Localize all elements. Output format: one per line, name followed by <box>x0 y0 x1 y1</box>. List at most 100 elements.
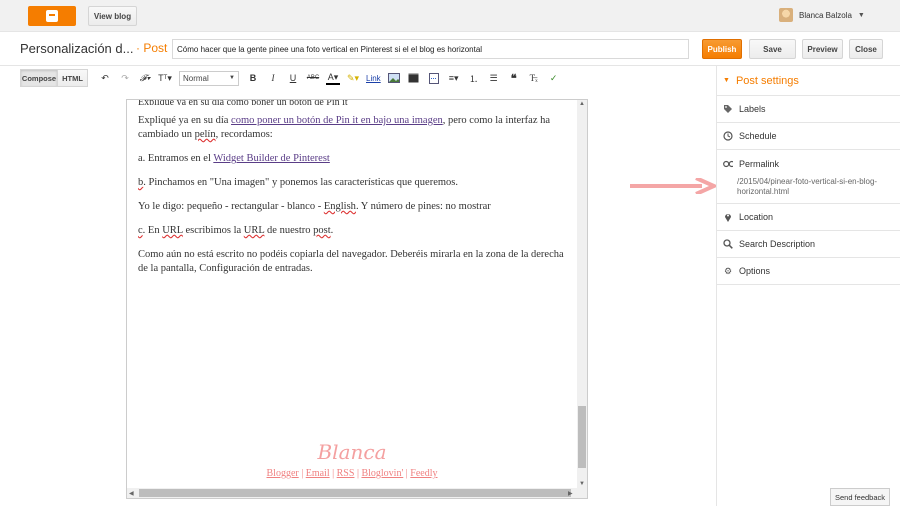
settings-item-label: Permalink <box>739 158 780 169</box>
settings-item-location[interactable]: Location <box>717 204 900 231</box>
remove-formatting-icon[interactable]: T̶ₓ <box>527 69 541 87</box>
jump-break-icon[interactable] <box>427 69 441 87</box>
footer-link[interactable]: RSS <box>337 468 355 479</box>
chevron-down-icon: ▼ <box>229 75 235 81</box>
settings-item-permalink[interactable]: Permalink /2015/04/pinear-foto-vertical-… <box>717 150 900 204</box>
compose-mode-button[interactable]: Compose <box>20 69 58 87</box>
chevron-down-icon: ▼ <box>857 11 865 19</box>
highlight-color-icon[interactable]: ✎▾ <box>346 69 360 87</box>
strikethrough-icon[interactable]: ABC <box>306 69 320 87</box>
view-blog-button[interactable]: View blog <box>88 6 137 26</box>
blogger-logo-button[interactable] <box>28 6 76 26</box>
font-size-icon[interactable]: T T ▾ <box>158 69 172 87</box>
underline-icon[interactable]: U <box>286 69 300 87</box>
redo-icon[interactable]: ↷ <box>118 69 132 87</box>
paragraph: Expliqué ya en su día como poner un botó… <box>138 114 568 142</box>
caret-down-icon: ▼ <box>723 77 730 84</box>
text: URL <box>243 225 265 236</box>
text: . Y número de pines: no mostrar <box>355 201 491 212</box>
link-icon <box>723 159 733 169</box>
paragraph: c. En URL escribimos la URL de nuestro p… <box>138 224 568 238</box>
text: . Pinchamos en "Una imagen" y ponemos la… <box>143 177 458 188</box>
scroll-down-icon[interactable]: ▼ <box>579 481 585 487</box>
scroll-right-icon[interactable]: ▶ <box>568 490 573 497</box>
user-menu[interactable]: Blanca Balzola ▼ <box>779 7 865 23</box>
settings-item-labels[interactable]: Labels <box>717 96 900 123</box>
bulleted-list-icon[interactable]: ☰ <box>487 69 501 87</box>
quote-icon[interactable]: ❝ <box>507 69 521 87</box>
paragraph: Yo le digo: pequeño - rectangular - blan… <box>138 200 568 214</box>
html-mode-button[interactable]: HTML <box>58 69 88 87</box>
clipped-text-line: Expliqué ya en su día como poner un botó… <box>138 100 568 105</box>
settings-item-label: Labels <box>739 104 766 114</box>
post-editor[interactable]: Expliqué ya en su día como poner un botó… <box>126 99 588 499</box>
scrollbar-thumb[interactable] <box>139 489 571 497</box>
text: English <box>323 201 356 212</box>
text-color-icon[interactable]: A▾ <box>326 72 340 85</box>
paragraph: a. Entramos en el Widget Builder de Pint… <box>138 152 568 166</box>
footer-link[interactable]: Blogger <box>267 468 299 479</box>
post-title-bar: Personalización d... · Post Publish Save… <box>0 32 900 66</box>
link-widget-builder[interactable]: Widget Builder de Pinterest <box>213 153 330 164</box>
location-pin-icon <box>723 212 733 222</box>
settings-item-schedule[interactable]: Schedule <box>717 123 900 150</box>
font-family-icon[interactable]: 𝓕▾ <box>138 69 152 87</box>
signature: Blanca <box>317 440 387 464</box>
numbered-list-icon[interactable]: ⒈ <box>467 69 481 87</box>
text: Expliqué ya en su día <box>138 115 232 126</box>
avatar <box>779 8 793 22</box>
settings-item-label: Search Description <box>739 239 816 249</box>
italic-icon[interactable]: I <box>266 69 280 87</box>
alignment-icon[interactable]: ≡▾ <box>447 69 461 87</box>
text: post <box>313 225 331 236</box>
link-pin-it-button[interactable]: como poner un botón de Pin it en bajo un… <box>231 115 443 126</box>
tag-icon <box>723 104 733 114</box>
blogger-icon <box>46 10 58 22</box>
insert-image-icon[interactable] <box>387 69 401 87</box>
text: a. Entramos en el <box>138 153 214 164</box>
post-settings-header[interactable]: ▼ Post settings <box>717 66 900 96</box>
close-button[interactable]: Close <box>849 39 883 59</box>
post-label: · Post <box>136 41 168 55</box>
send-feedback-button[interactable]: Send feedback <box>830 488 890 506</box>
settings-item-label: Schedule <box>739 131 777 141</box>
settings-item-search-description[interactable]: Search Description <box>717 231 900 258</box>
permalink-url: /2015/04/pinear-foto-vertical-si-en-blog… <box>737 177 878 196</box>
insert-link-button[interactable]: Link <box>366 69 381 87</box>
post-title-input[interactable] <box>172 39 689 59</box>
scrollbar-thumb[interactable] <box>578 406 586 468</box>
settings-item-label: Options <box>739 266 771 276</box>
text: . En <box>142 225 163 236</box>
annotation-arrow <box>630 178 716 194</box>
vertical-scrollbar[interactable]: ▲ ▼ <box>577 100 587 490</box>
post-body[interactable]: Expliqué ya en su día como poner un botó… <box>138 114 568 286</box>
text: Yo le digo: pequeño - rectangular - blan… <box>138 201 324 212</box>
search-icon <box>723 239 733 249</box>
scroll-left-icon[interactable]: ◀ <box>129 490 134 497</box>
text: URL <box>162 225 183 236</box>
spellcheck-icon[interactable]: ✓ <box>547 69 561 87</box>
permalink-row: Permalink <box>717 150 900 177</box>
preview-button[interactable]: Preview <box>802 39 843 59</box>
bold-icon[interactable]: B <box>246 69 260 87</box>
footer-link[interactable]: Email <box>306 468 330 479</box>
text: . <box>330 225 334 236</box>
scroll-up-icon[interactable]: ▲ <box>579 101 585 107</box>
save-button[interactable]: Save <box>749 39 796 59</box>
footer-link[interactable]: Feedly <box>410 468 437 479</box>
footer-link[interactable]: Bloglovin' <box>361 468 403 479</box>
clock-icon <box>723 131 733 141</box>
undo-icon[interactable]: ↶ <box>98 69 112 87</box>
text: pelín <box>194 129 216 140</box>
horizontal-scrollbar[interactable]: ◀ ▶ <box>127 488 587 498</box>
top-bar: View blog Blanca Balzola ▼ <box>0 0 900 32</box>
blog-name[interactable]: Personalización d... <box>20 41 133 56</box>
footer-links: Blogger | Email | RSS | Bloglovin' | Fee… <box>266 468 438 479</box>
text: de nuestro <box>264 225 314 236</box>
publish-button[interactable]: Publish <box>702 39 742 59</box>
insert-video-icon[interactable] <box>407 69 421 87</box>
text: , recordamos: <box>215 129 273 140</box>
paragraph-format-value: Normal <box>183 73 209 83</box>
paragraph-format-select[interactable]: Normal ▼ <box>179 70 239 86</box>
settings-item-options[interactable]: ⚙ Options <box>717 258 900 285</box>
